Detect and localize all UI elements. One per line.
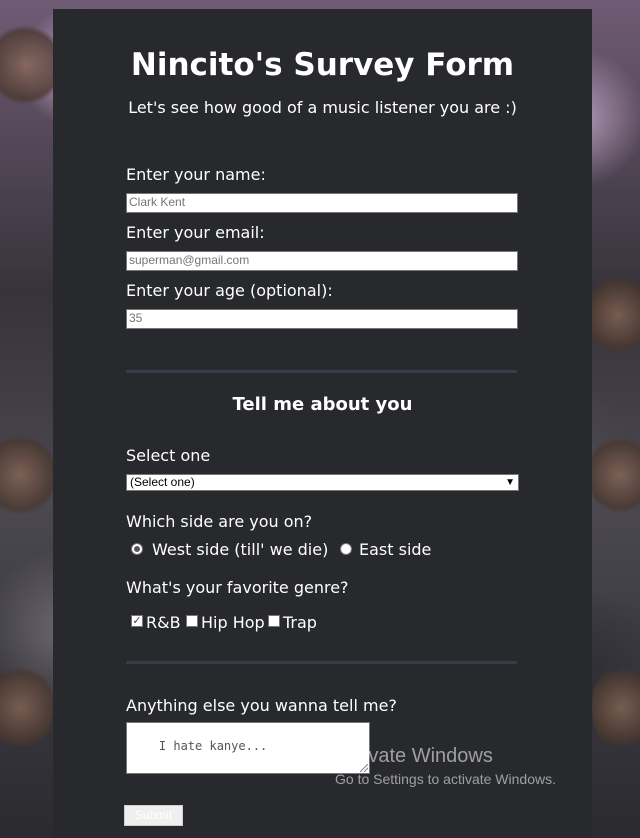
section-divider bbox=[126, 661, 517, 664]
checkbox-label: Trap bbox=[283, 613, 317, 632]
background-photo bbox=[0, 660, 53, 755]
age-input[interactable]: 35 bbox=[126, 309, 518, 329]
dropdown-select[interactable]: (Select one) ▼ bbox=[126, 474, 519, 491]
background-photo bbox=[588, 270, 640, 360]
side-question: Which side are you on? bbox=[126, 512, 313, 531]
radio-label: West side (till' we die) bbox=[152, 540, 329, 559]
name-input[interactable]: Clark Kent bbox=[126, 193, 518, 213]
dropdown-value: (Select one) bbox=[130, 475, 195, 489]
watermark-subtitle: Go to Settings to activate Windows. bbox=[335, 771, 556, 787]
checkbox-trap[interactable] bbox=[268, 615, 280, 627]
select-label: Select one bbox=[126, 446, 211, 465]
watermark-title: Activate Windows bbox=[335, 745, 493, 767]
checkbox-label: Hip Hop bbox=[201, 613, 265, 632]
background-photo bbox=[0, 20, 60, 110]
page-title: Nincito's Survey Form bbox=[130, 47, 515, 83]
section-divider bbox=[126, 370, 517, 373]
name-label: Enter your name: bbox=[126, 165, 266, 184]
age-label: Enter your age (optional): bbox=[126, 281, 333, 300]
radio-east-side[interactable] bbox=[340, 543, 352, 555]
comments-placeholder: I hate kanye... bbox=[158, 739, 268, 753]
email-label: Enter your email: bbox=[126, 223, 265, 242]
checkbox-rnb[interactable]: ✓ bbox=[131, 615, 143, 627]
submit-button[interactable]: Submit bbox=[124, 805, 183, 826]
survey-form: Nincito's Survey Form Let's see how good… bbox=[53, 9, 592, 838]
background-photo bbox=[0, 430, 55, 520]
radio-west-side[interactable] bbox=[131, 543, 143, 555]
activate-windows-watermark: Activate Windows Go to Settings to activ… bbox=[335, 745, 556, 787]
comments-textarea[interactable]: I hate kanye... bbox=[126, 722, 370, 774]
chevron-down-icon: ▼ bbox=[505, 477, 515, 488]
genre-question: What's your favorite genre? bbox=[126, 578, 349, 597]
background-photo bbox=[592, 660, 640, 755]
email-input[interactable]: superman@gmail.com bbox=[126, 251, 518, 271]
checkbox-hip-hop[interactable] bbox=[186, 615, 198, 627]
page-description: Let's see how good of a music listener y… bbox=[128, 98, 517, 117]
checkbox-label: R&B bbox=[146, 613, 181, 632]
radio-label: East side bbox=[359, 540, 432, 559]
comments-label: Anything else you wanna tell me? bbox=[126, 696, 397, 715]
section-title: Tell me about you bbox=[232, 394, 413, 415]
background-photo bbox=[590, 430, 640, 520]
